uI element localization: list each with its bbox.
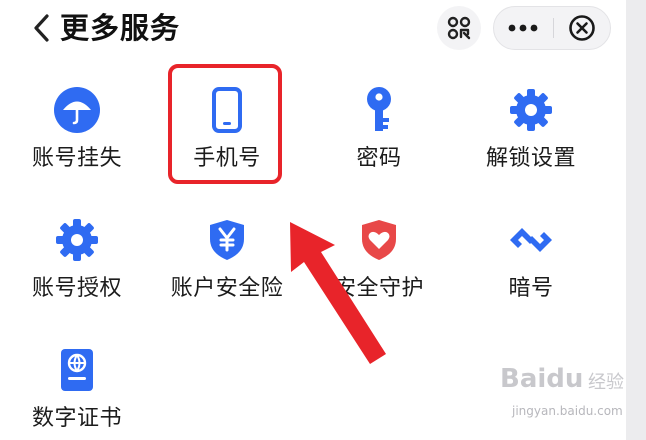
service-secret-code[interactable]: 暗号 xyxy=(456,194,606,304)
service-password[interactable]: 密码 xyxy=(304,64,454,174)
service-security-guard[interactable]: 安全守护 xyxy=(304,194,454,304)
close-circle-icon xyxy=(569,15,595,41)
key-icon xyxy=(353,84,405,136)
service-phone-number[interactable]: 手机号 xyxy=(152,64,302,174)
mini-program-capsule xyxy=(493,6,611,50)
more-button[interactable] xyxy=(494,7,552,49)
service-label: 暗号 xyxy=(508,276,554,301)
link-icon xyxy=(505,214,557,266)
umbrella-icon xyxy=(51,84,103,136)
page-title: 更多服务 xyxy=(60,11,181,45)
service-label: 账户安全险 xyxy=(170,276,284,301)
service-unlock-settings[interactable]: 解锁设置 xyxy=(456,64,606,174)
phone-icon xyxy=(201,84,253,136)
service-label: 解锁设置 xyxy=(485,146,576,171)
yen-shield-icon xyxy=(201,214,253,266)
chevron-left-icon xyxy=(34,14,49,42)
close-button[interactable] xyxy=(554,7,610,49)
service-digital-certificate[interactable]: 数字证书 xyxy=(2,324,152,434)
service-account-authorization[interactable]: 账号授权 xyxy=(2,194,152,304)
gear-icon xyxy=(505,84,557,136)
scan-button[interactable] xyxy=(437,6,481,50)
service-label: 密码 xyxy=(356,146,402,171)
heart-shield-icon xyxy=(353,214,405,266)
service-account-insurance[interactable]: 账户安全险 xyxy=(152,194,302,304)
service-label: 账号授权 xyxy=(31,276,122,301)
background-edge xyxy=(626,0,646,440)
scan-code-icon xyxy=(447,16,471,40)
back-button[interactable] xyxy=(26,8,58,48)
service-label: 账号挂失 xyxy=(31,146,122,171)
service-label: 安全守护 xyxy=(333,276,424,301)
service-label: 手机号 xyxy=(193,146,261,171)
passport-icon xyxy=(51,344,103,396)
service-account-report-loss[interactable]: 账号挂失 xyxy=(2,64,152,174)
gear-icon xyxy=(51,214,103,266)
more-dots-icon xyxy=(508,24,538,32)
service-label: 数字证书 xyxy=(31,406,122,431)
